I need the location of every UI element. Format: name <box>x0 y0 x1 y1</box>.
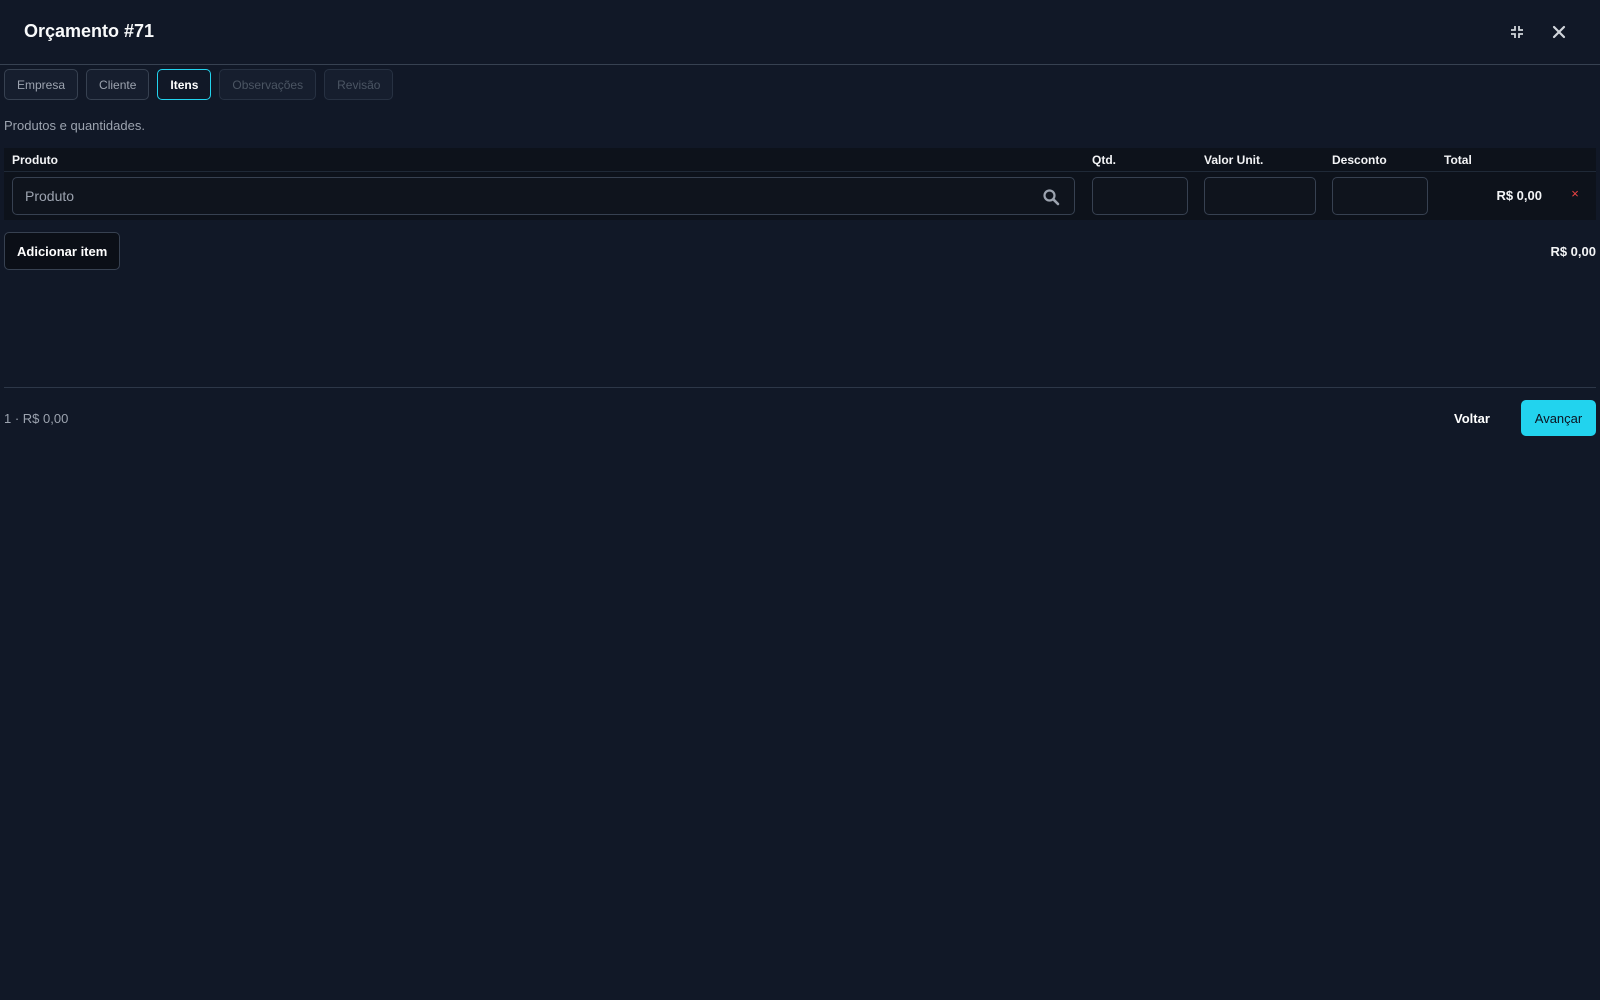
modal-header: Orçamento #71 <box>0 0 1600 65</box>
tab-cliente[interactable]: Cliente <box>86 69 150 100</box>
search-icon[interactable] <box>1042 188 1060 206</box>
footer-summary: 1 · R$ 0,00 <box>4 411 69 426</box>
product-search-field[interactable] <box>12 177 1075 215</box>
tab-empresa[interactable]: Empresa <box>4 69 79 100</box>
product-input[interactable] <box>13 178 1074 214</box>
column-header-qtd: Qtd. <box>1092 153 1116 167</box>
column-header-total: Total <box>1444 153 1472 167</box>
back-button[interactable]: Voltar <box>1454 400 1490 436</box>
close-icon[interactable] <box>1549 22 1569 42</box>
discount-field[interactable] <box>1332 177 1428 215</box>
items-total: R$ 0,00 <box>1550 244 1596 259</box>
section-subtitle: Produtos e quantidades. <box>4 118 145 133</box>
tab-observacoes: Observações <box>219 69 317 100</box>
unit-value-input[interactable] <box>1205 178 1315 214</box>
remove-item-button[interactable]: × <box>1567 186 1583 202</box>
table-header: Produto Qtd. Valor Unit. Desconto Total <box>4 148 1596 172</box>
column-header-desconto: Desconto <box>1332 153 1387 167</box>
column-header-produto: Produto <box>12 153 58 167</box>
discount-input[interactable] <box>1333 178 1427 214</box>
tab-revisao: Revisão <box>324 69 394 100</box>
items-table: Produto Qtd. Valor Unit. Desconto Total … <box>4 148 1596 220</box>
unit-value-field[interactable] <box>1204 177 1316 215</box>
qty-input[interactable] <box>1093 178 1187 214</box>
next-button[interactable]: Avançar <box>1521 400 1596 436</box>
page-title: Orçamento #71 <box>24 21 155 41</box>
tab-itens[interactable]: Itens <box>157 69 212 100</box>
row-total: R$ 0,00 <box>1496 188 1542 203</box>
add-item-button[interactable]: Adicionar item <box>4 232 121 270</box>
footer-divider <box>4 387 1596 388</box>
qty-field[interactable] <box>1092 177 1188 215</box>
minimize-icon[interactable] <box>1507 22 1527 42</box>
step-tabs: Empresa Cliente Itens Observações Revisã… <box>4 69 394 100</box>
column-header-valor-unit: Valor Unit. <box>1204 153 1264 167</box>
